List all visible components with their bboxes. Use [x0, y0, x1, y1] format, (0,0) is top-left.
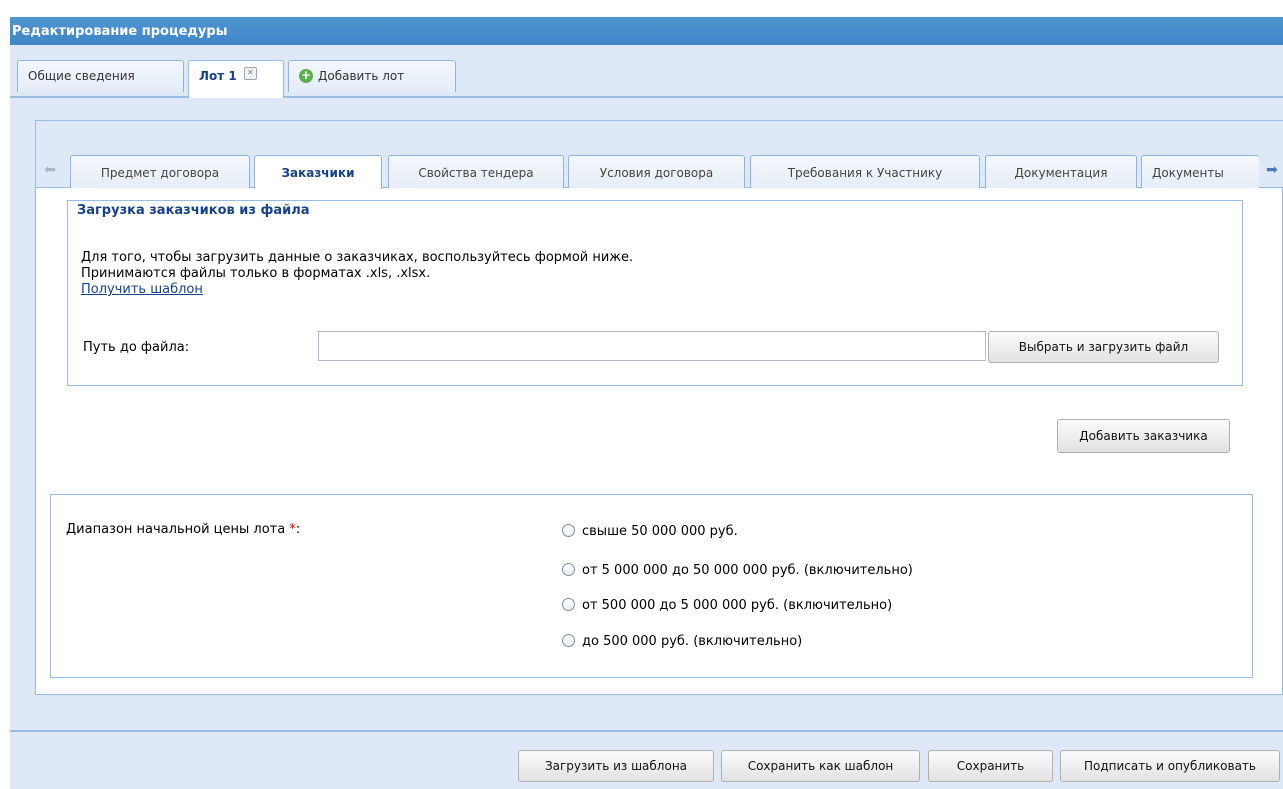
- sign-and-publish-button[interactable]: Подписать и опубликовать: [1060, 750, 1280, 782]
- radio-icon[interactable]: [562, 562, 575, 576]
- tab-label: Свойства тендера: [418, 166, 534, 180]
- tab-label: Предмет договора: [100, 166, 220, 180]
- file-path-input[interactable]: [318, 331, 986, 361]
- price-range-label-text: Диапазон начальной цены лота: [66, 522, 286, 537]
- upload-instruction-text: Для того, чтобы загрузить данные о заказ…: [81, 250, 634, 265]
- tab-label: Документация: [1014, 166, 1108, 180]
- save-button[interactable]: Сохранить: [928, 750, 1053, 782]
- tab-label: Заказчики: [281, 166, 355, 180]
- price-option-radio[interactable]: от 500 000 до 5 000 000 руб. (включитель…: [562, 597, 893, 614]
- tab-label: Условия договора: [599, 166, 714, 180]
- upload-section-legend: Загрузка заказчиков из файла: [72, 203, 315, 219]
- add-plus-icon: +: [299, 67, 313, 83]
- radio-icon[interactable]: [562, 633, 575, 647]
- tab-contract-subject[interactable]: Предмет договора: [70, 155, 250, 188]
- add-lot-label: Добавить лот: [318, 69, 405, 83]
- upload-format-note: Принимаются файлы только в форматах .xls…: [81, 266, 431, 281]
- scroll-right-arrow-icon[interactable]: ➡: [1262, 155, 1282, 185]
- price-option-radio[interactable]: свыше 50 000 000 руб.: [562, 523, 738, 540]
- tab-lot-1[interactable]: Лот 1 ✕: [188, 60, 284, 98]
- required-marker: *: [289, 522, 296, 537]
- radio-icon[interactable]: [562, 523, 575, 537]
- window-title: Редактирование процедуры: [10, 17, 1283, 45]
- add-customer-button[interactable]: Добавить заказчика: [1057, 419, 1230, 453]
- tab-label: Требования к Участнику: [787, 166, 943, 180]
- price-option-radio[interactable]: до 500 000 руб. (включительно): [562, 633, 803, 650]
- tab-lot-1-label: Лот 1: [199, 69, 237, 83]
- file-path-label: Путь до файла:: [83, 340, 190, 355]
- load-from-template-button[interactable]: Загрузить из шаблона: [518, 750, 714, 782]
- tab-documentation[interactable]: Документация: [985, 155, 1137, 188]
- tab-general-info[interactable]: Общие сведения: [17, 60, 184, 92]
- tab-customers[interactable]: Заказчики: [254, 155, 382, 189]
- save-as-template-button[interactable]: Сохранить как шаблон: [721, 750, 920, 782]
- price-option-label: от 500 000 до 5 000 000 руб. (включитель…: [582, 598, 893, 613]
- price-option-label: свыше 50 000 000 руб.: [582, 524, 738, 539]
- tab-tender-properties[interactable]: Свойства тендера: [388, 155, 564, 188]
- price-option-label: от 5 000 000 до 50 000 000 руб. (включит…: [582, 563, 913, 578]
- tab-general-info-label: Общие сведения: [28, 69, 135, 83]
- tab-participant-requirements[interactable]: Требования к Участнику: [750, 155, 980, 188]
- tab-contract-terms[interactable]: Условия договора: [568, 155, 745, 188]
- tab-label: Документы: [1152, 166, 1224, 180]
- choose-upload-file-button[interactable]: Выбрать и загрузить файл: [988, 331, 1219, 363]
- price-option-radio[interactable]: от 5 000 000 до 50 000 000 руб. (включит…: [562, 562, 913, 579]
- scroll-left-arrow-icon[interactable]: ⬅: [40, 155, 60, 185]
- price-range-label: Диапазон начальной цены лота *:: [66, 522, 301, 537]
- radio-icon[interactable]: [562, 597, 575, 611]
- tab-documents[interactable]: Документы: [1141, 155, 1259, 188]
- add-lot-tab[interactable]: + Добавить лот: [288, 60, 456, 92]
- get-template-link[interactable]: Получить шаблон: [81, 282, 203, 297]
- price-option-label: до 500 000 руб. (включительно): [582, 634, 803, 649]
- close-icon[interactable]: ✕: [243, 67, 257, 80]
